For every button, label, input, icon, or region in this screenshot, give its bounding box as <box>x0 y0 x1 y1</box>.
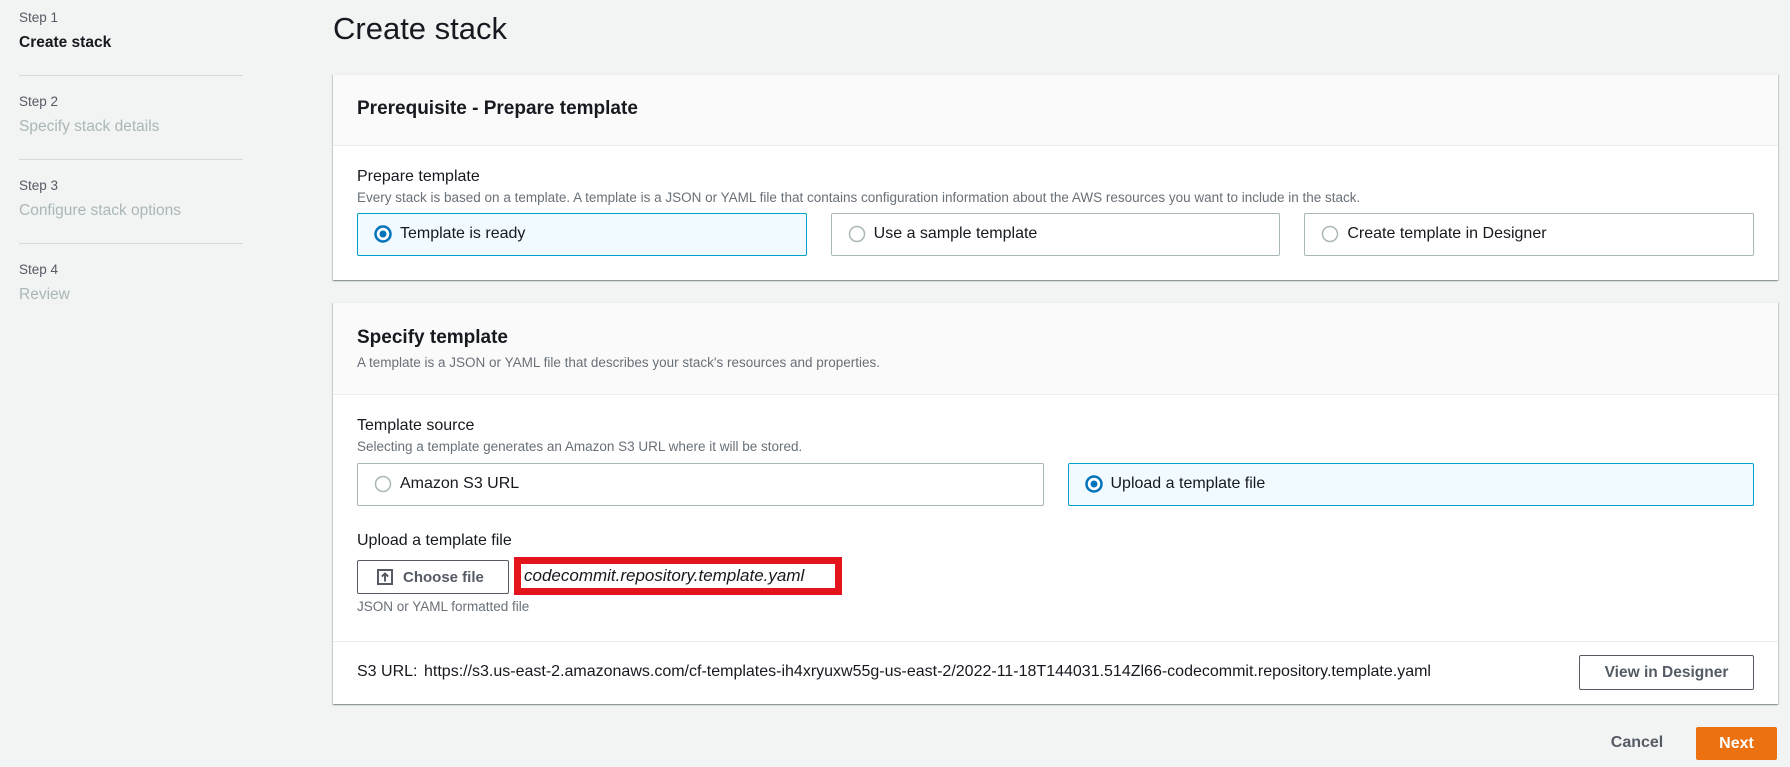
option-upload-template-file[interactable]: Upload a template file <box>1067 463 1754 506</box>
wizard-step-1: Step 1 Create stack <box>19 8 243 92</box>
step-divider <box>19 159 243 160</box>
option-label: Template is ready <box>400 225 526 242</box>
panel-header: Specify template A template is a JSON or… <box>333 303 1778 395</box>
cancel-button[interactable]: Cancel <box>1607 731 1667 755</box>
upload-template-file-label: Upload a template file <box>357 532 512 549</box>
template-source-options: Amazon S3 URL Upload a template file <box>357 463 1754 506</box>
option-template-is-ready[interactable]: Template is ready <box>357 213 807 256</box>
wizard-step-4: Step 4 Review <box>19 260 243 344</box>
radio-button[interactable] <box>1084 475 1103 493</box>
prepare-template-options: Template is ready Use a sample template … <box>357 213 1755 256</box>
template-source-description: Selecting a template generates an Amazon… <box>357 439 803 454</box>
s3-url-value: https://s3.us-east-2.amazonaws.com/cf-te… <box>424 663 1431 680</box>
radio-button[interactable] <box>374 475 392 493</box>
wizard-step-2: Step 2 Specify stack details <box>19 92 243 176</box>
panel-title: Specify template <box>357 327 508 348</box>
file-name-text: codecommit.repository.template.yaml <box>524 566 805 585</box>
choose-file-label: Choose file <box>403 568 484 586</box>
wizard-steps-nav: Step 1 Create stack Step 2 Specify stack… <box>19 0 243 340</box>
choose-file-button[interactable]: Choose file <box>357 560 509 594</box>
step-divider <box>19 75 243 76</box>
option-label: Create template in Designer <box>1347 225 1547 242</box>
panel-description: A template is a JSON or YAML file that d… <box>357 355 881 370</box>
page-title: Create stack <box>333 11 508 46</box>
step-label: Specify stack details <box>19 118 160 135</box>
highlighted-file-name: codecommit.repository.template.yaml <box>514 557 842 595</box>
option-label: Use a sample template <box>873 225 1038 242</box>
radio-icon <box>374 475 392 493</box>
radio-button[interactable] <box>848 225 866 243</box>
s3-url-label: S3 URL: <box>357 663 418 680</box>
specify-template-panel: Specify template A template is a JSON or… <box>333 302 1778 704</box>
radio-icon <box>848 225 865 243</box>
upload-hint: JSON or YAML formatted file <box>357 599 530 614</box>
step-number: Step 3 <box>19 178 59 193</box>
panel-header: Prerequisite - Prepare template <box>333 75 1778 146</box>
step-label: Configure stack options <box>19 202 181 219</box>
step-divider <box>19 243 243 244</box>
prerequisite-panel: Prerequisite - Prepare template Prepare … <box>333 74 1778 280</box>
step-number: Step 4 <box>19 262 59 277</box>
radio-icon <box>1322 225 1339 243</box>
option-amazon-s3-url[interactable]: Amazon S3 URL <box>357 463 1044 506</box>
option-label: Amazon S3 URL <box>400 475 520 492</box>
radio-button[interactable] <box>374 225 392 243</box>
step-label: Create stack <box>19 34 112 51</box>
upload-icon <box>377 569 393 585</box>
template-source-label: Template source <box>357 417 475 434</box>
radio-button[interactable] <box>1321 225 1339 243</box>
view-in-designer-button[interactable]: View in Designer <box>1579 655 1754 690</box>
option-create-template-in-designer[interactable]: Create template in Designer <box>1304 213 1755 256</box>
option-label: Upload a template file <box>1110 475 1266 492</box>
step-label: Review <box>19 286 70 303</box>
option-use-sample-template[interactable]: Use a sample template <box>830 213 1281 256</box>
wizard-step-3: Step 3 Configure stack options <box>19 176 243 260</box>
radio-icon <box>374 225 392 243</box>
step-number: Step 2 <box>19 94 59 109</box>
prepare-template-description: Every stack is based on a template. A te… <box>357 190 1361 205</box>
radio-icon <box>1084 475 1103 493</box>
panel-divider <box>333 641 1778 642</box>
next-button[interactable]: Next <box>1696 727 1777 760</box>
prepare-template-label: Prepare template <box>357 168 480 185</box>
step-number: Step 1 <box>19 10 59 25</box>
panel-title: Prerequisite - Prepare template <box>357 98 638 119</box>
